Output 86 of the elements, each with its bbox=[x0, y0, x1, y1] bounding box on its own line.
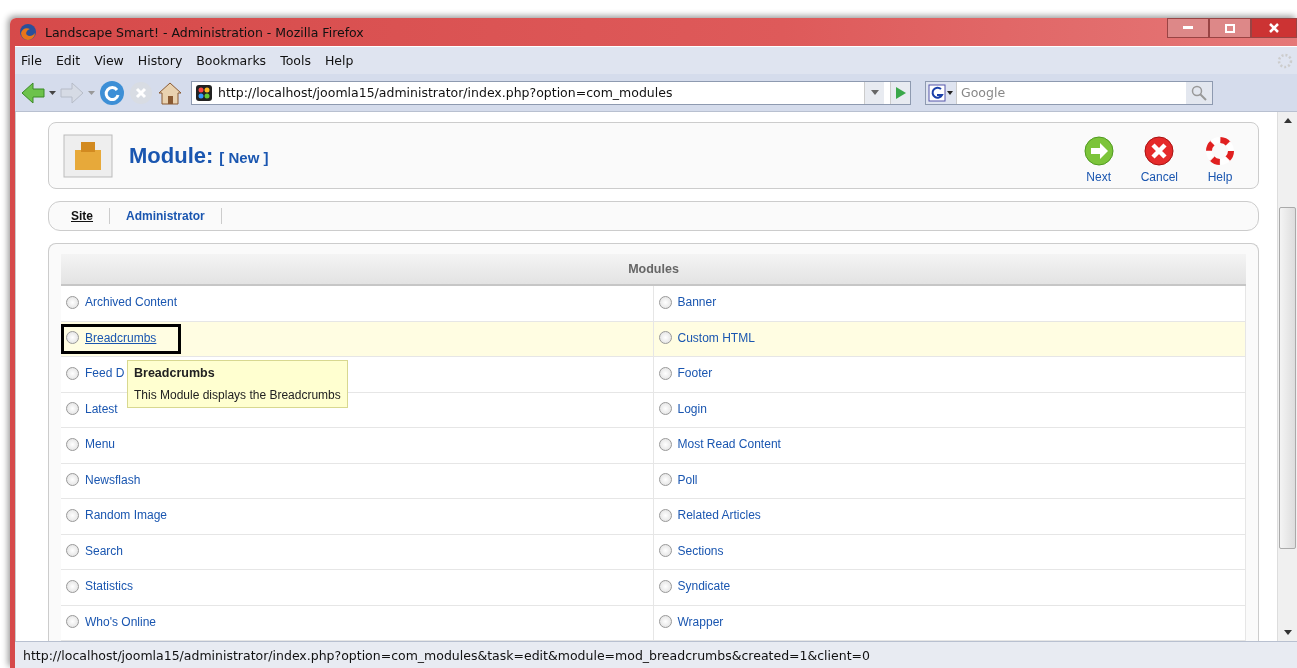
menu-item[interactable]: View bbox=[94, 53, 124, 68]
module-icon bbox=[63, 133, 113, 178]
reload-icon[interactable] bbox=[99, 79, 125, 106]
module-link[interactable]: Random Image bbox=[85, 508, 168, 523]
status-text: http://localhost/joomla15/administrator/index.php?option=com_modules&task=edit&module=mod_breadcrumbs&created=1&client=0 bbox=[15, 641, 1297, 668]
throbber-icon bbox=[1277, 52, 1293, 69]
radio-button[interactable] bbox=[658, 473, 672, 487]
home-icon[interactable] bbox=[157, 80, 183, 105]
search-button[interactable] bbox=[1186, 81, 1212, 104]
menu-item[interactable]: Bookmarks bbox=[196, 53, 267, 68]
radio-button[interactable] bbox=[658, 366, 672, 380]
close-button[interactable] bbox=[1251, 18, 1297, 38]
module-link[interactable]: Who's Online bbox=[85, 614, 156, 629]
lifebuoy-icon bbox=[1204, 135, 1236, 168]
play-icon bbox=[895, 86, 906, 99]
radio-button[interactable] bbox=[66, 402, 79, 416]
radio-button[interactable] bbox=[66, 473, 79, 487]
radio-button[interactable] bbox=[658, 437, 672, 451]
cancel-button[interactable]: Cancel bbox=[1132, 135, 1186, 185]
radio-button[interactable] bbox=[658, 295, 672, 309]
menu-item[interactable]: Help bbox=[324, 53, 354, 68]
help-button[interactable]: Help bbox=[1196, 135, 1244, 185]
cross-icon bbox=[1143, 135, 1176, 168]
go-button[interactable] bbox=[890, 81, 910, 104]
radio-button[interactable] bbox=[658, 402, 672, 416]
module-link[interactable]: Most Read Content bbox=[677, 437, 781, 452]
module-link[interactable]: Breadcrumbs bbox=[85, 330, 157, 345]
tab[interactable]: Site bbox=[67, 209, 97, 224]
search-field[interactable]: Google bbox=[925, 80, 1213, 105]
history-dropdown-button[interactable] bbox=[864, 81, 884, 104]
address-field[interactable]: http://localhost/joomla15/administrator/index.php?option=com_modules bbox=[191, 80, 911, 105]
module-link[interactable]: Related Articles bbox=[677, 508, 761, 523]
tooltip-text: This Module displays the Breadcrumbs bbox=[134, 387, 341, 402]
module-link[interactable]: Menu bbox=[85, 437, 116, 452]
radio-button[interactable] bbox=[658, 615, 672, 629]
module-link[interactable]: Archived Content bbox=[85, 295, 178, 310]
module-link[interactable]: Banner bbox=[677, 295, 717, 310]
scrollbar[interactable] bbox=[1277, 112, 1297, 641]
radio-button[interactable] bbox=[66, 544, 79, 558]
tooltip-title: Breadcrumbs bbox=[134, 365, 216, 380]
radio-button[interactable] bbox=[66, 437, 79, 451]
module-link[interactable]: Feed D bbox=[85, 366, 125, 381]
radio-button[interactable] bbox=[66, 366, 79, 380]
minimize-icon bbox=[1183, 26, 1193, 30]
next-button[interactable]: Next bbox=[1074, 135, 1123, 185]
radio-button[interactable] bbox=[658, 579, 672, 593]
module-link[interactable]: Syndicate bbox=[677, 579, 731, 594]
tab[interactable]: Administrator bbox=[122, 209, 209, 224]
search-icon bbox=[1191, 84, 1207, 101]
menu-item[interactable]: History bbox=[137, 53, 183, 68]
module-link[interactable]: Latest bbox=[85, 401, 118, 416]
search-engine-icon[interactable] bbox=[926, 81, 957, 104]
page-subtitle: [ New ] bbox=[219, 149, 269, 167]
module-link[interactable]: Footer bbox=[677, 366, 713, 381]
maximize-button[interactable] bbox=[1209, 18, 1251, 38]
menu-item[interactable]: File bbox=[21, 53, 42, 68]
module-link[interactable]: Login bbox=[677, 401, 707, 416]
menu-item[interactable]: Edit bbox=[55, 53, 81, 68]
module-link[interactable]: Statistics bbox=[85, 579, 133, 594]
radio-button[interactable] bbox=[66, 615, 79, 629]
module-link[interactable]: Search bbox=[85, 543, 124, 558]
module-link[interactable]: Wrapper bbox=[677, 614, 724, 629]
caret-icon bbox=[870, 90, 879, 95]
scroll-down-icon[interactable] bbox=[1283, 630, 1292, 635]
window-title: Landscape Smart! - Administration - Mozilla Firefox bbox=[44, 23, 365, 41]
module-link[interactable]: Custom HTML bbox=[677, 330, 755, 345]
firefox-icon bbox=[19, 23, 37, 41]
radio-button[interactable] bbox=[658, 508, 672, 522]
module-link[interactable]: Poll bbox=[677, 472, 698, 487]
scroll-up-icon[interactable] bbox=[1283, 118, 1292, 123]
close-icon bbox=[1269, 23, 1279, 33]
menu-item[interactable]: Tools bbox=[280, 53, 311, 68]
table-header: Modules bbox=[61, 254, 1246, 286]
radio-button[interactable] bbox=[658, 544, 672, 558]
radio-button[interactable] bbox=[658, 331, 672, 345]
page-title: Module: bbox=[129, 142, 214, 169]
radio-button[interactable] bbox=[66, 579, 79, 593]
site-icon bbox=[196, 84, 212, 101]
dropdown-icon[interactable] bbox=[49, 90, 56, 95]
radio-button[interactable] bbox=[66, 508, 79, 522]
maximize-icon bbox=[1225, 23, 1235, 33]
minimize-button[interactable] bbox=[1167, 18, 1209, 38]
module-link[interactable]: Newsflash bbox=[85, 472, 141, 487]
radio-button[interactable] bbox=[66, 331, 79, 345]
radio-button[interactable] bbox=[66, 295, 79, 309]
module-link[interactable]: Sections bbox=[677, 543, 724, 558]
